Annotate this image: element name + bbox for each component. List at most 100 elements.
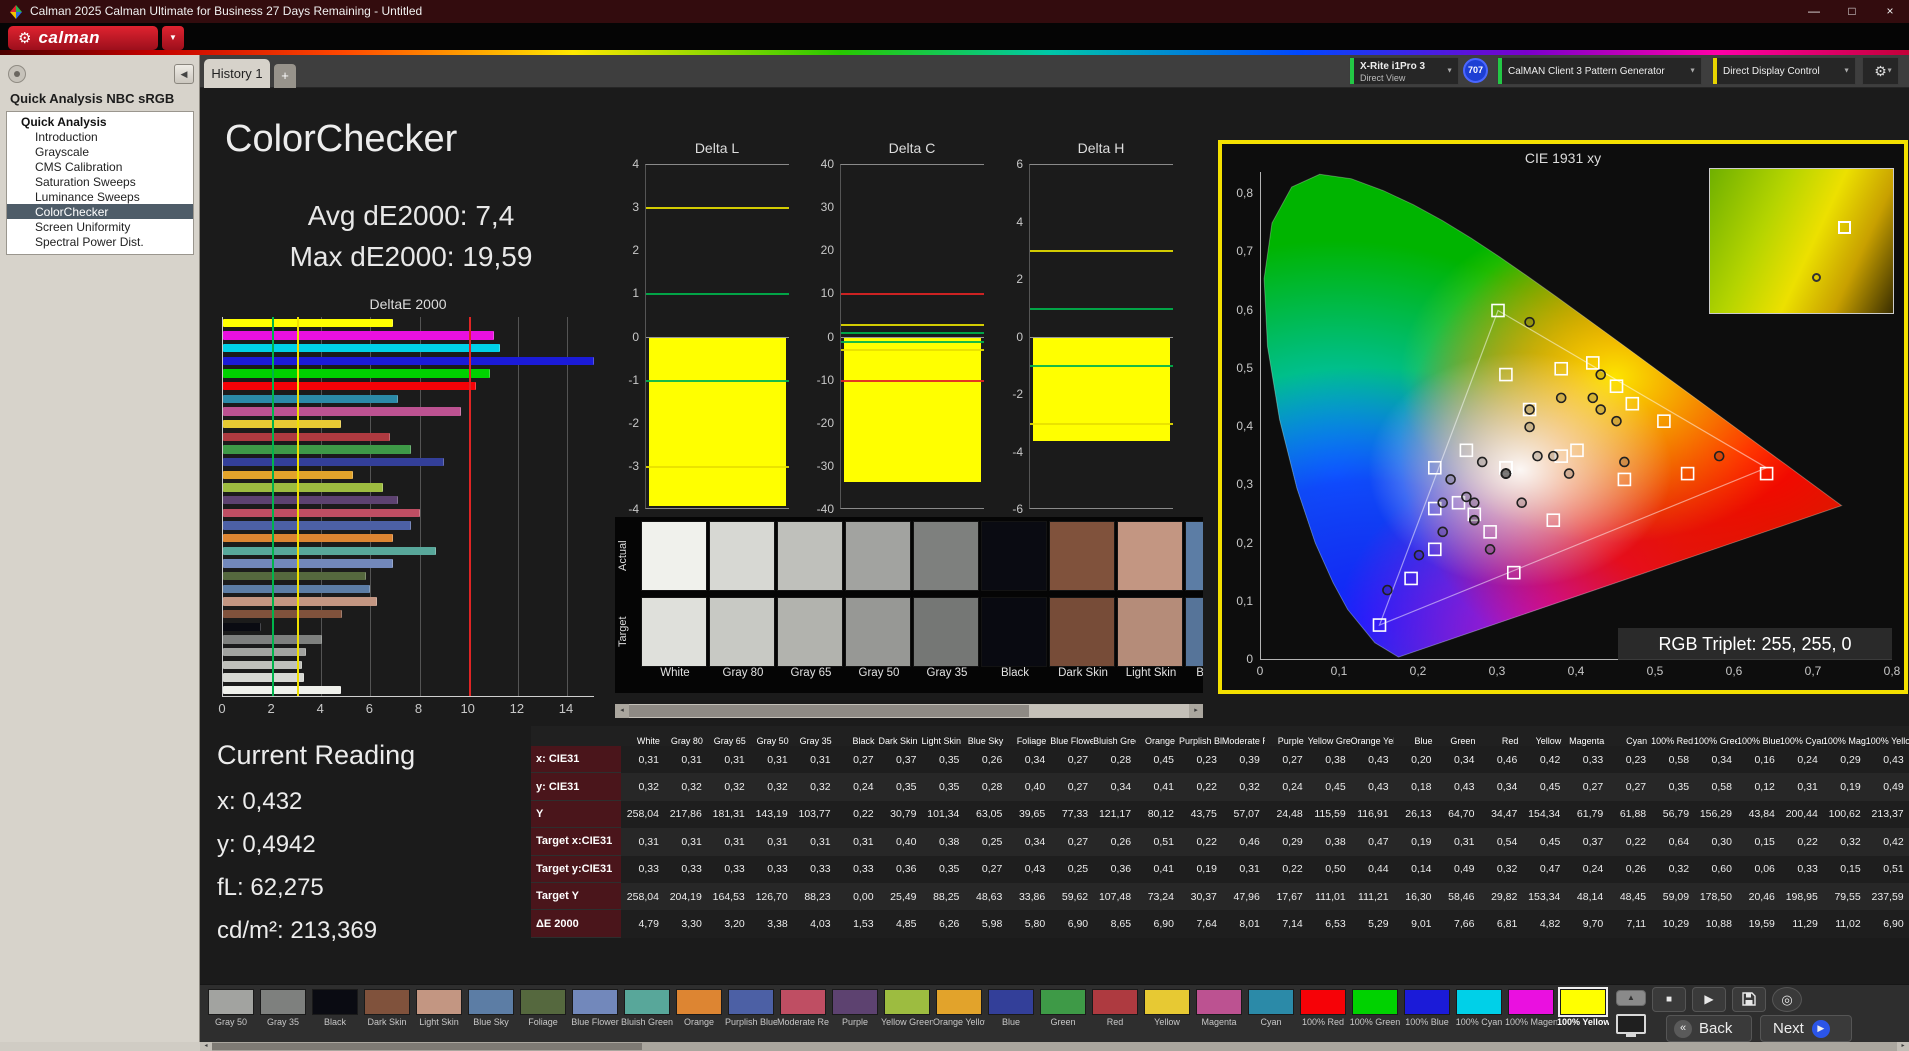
- display-control-dropdown[interactable]: Direct Display Control ▼: [1712, 57, 1856, 85]
- deltae-bar-magenta: [223, 407, 462, 416]
- delta-c-y-axis: 40 30 20 10 0 -10 -20 -30 -40: [816, 157, 834, 516]
- cie-1931-panel: CIE 1931 xy 0 0,1 0,2 0,3 0,4 0,5 0,6 0,7 0,8: [1218, 140, 1908, 694]
- palette-item-blue[interactable]: Blue: [985, 989, 1037, 1027]
- pattern-generator-dropdown[interactable]: CalMAN Client 3 Pattern Generator ▼: [1497, 57, 1702, 85]
- deltae-bar-orange-yellow: [223, 470, 353, 480]
- titlebar: Calman 2025 Calman Ultimate for Business…: [0, 0, 1909, 23]
- scroll-left-icon[interactable]: ◂: [615, 704, 629, 718]
- swatch-target-dark-skin: [1049, 597, 1115, 667]
- next-button[interactable]: Next ▶: [1760, 1015, 1852, 1042]
- deltae-bar-100-blue: [223, 356, 594, 366]
- palette-item-black[interactable]: Black: [309, 989, 361, 1027]
- sidebar: ◀ Quick Analysis NBC sRGB Quick Analysis…: [0, 55, 200, 1042]
- palette-item-dark-skin[interactable]: Dark Skin: [361, 989, 413, 1027]
- swatch-scrollbar-thumb[interactable]: [629, 705, 1029, 717]
- calman-logo-button[interactable]: ⚙ calman: [8, 26, 158, 50]
- panel-expand-button[interactable]: ▲: [1616, 990, 1646, 1006]
- sidebar-item-grayscale[interactable]: Grayscale: [7, 144, 193, 159]
- main-menu-dropdown[interactable]: ▼: [162, 26, 184, 50]
- deltae-bar-orange: [223, 533, 393, 543]
- swatch-target-white: [641, 597, 707, 667]
- maximize-button[interactable]: □: [1833, 0, 1871, 23]
- palette-item-purplish-blue[interactable]: Purplish Blue: [725, 989, 777, 1027]
- horizontal-scrollbar[interactable]: ◂ ▸: [200, 1042, 1909, 1051]
- palette-item-foliage[interactable]: Foliage: [517, 989, 569, 1027]
- record-button[interactable]: ◎: [1772, 987, 1802, 1012]
- sidebar-item-screen-uniformity[interactable]: Screen Uniformity: [7, 219, 193, 234]
- scroll-left-icon[interactable]: ◂: [200, 1042, 212, 1051]
- palette-item-green[interactable]: Green: [1037, 989, 1089, 1027]
- swatch-actual-gray-65: [777, 521, 843, 591]
- meter-dropdown[interactable]: X-Rite i1Pro 3 Direct View ▼: [1349, 57, 1459, 85]
- chevron-down-icon: ▼: [1886, 67, 1893, 75]
- sidebar-item-introduction[interactable]: Introduction: [7, 129, 193, 144]
- delta-h-title: Delta H: [1077, 140, 1125, 156]
- meter-count-badge[interactable]: 707: [1463, 58, 1488, 83]
- sidebar-item-spectral-power-dist[interactable]: Spectral Power Dist.: [7, 234, 193, 249]
- palette-item-bluish-green[interactable]: Bluish Green: [621, 989, 673, 1027]
- bottom-bar: Gray 50 Gray 35 Black Dark Skin Light Skin Bl…: [200, 984, 1909, 1042]
- stop-button[interactable]: ■: [1652, 987, 1686, 1012]
- palette-item-orange[interactable]: Orange: [673, 989, 725, 1027]
- pattern-generator-name: CalMAN Client 3 Pattern Generator: [1508, 65, 1665, 77]
- current-reading-x: x: 0,432: [217, 788, 303, 815]
- settings-button[interactable]: ⚙ ▼: [1862, 57, 1899, 85]
- tab-history-1[interactable]: History 1: [204, 59, 270, 88]
- palette-item-red[interactable]: Red: [1089, 989, 1141, 1027]
- close-button[interactable]: ×: [1871, 0, 1909, 23]
- palette-item-gray-35[interactable]: Gray 35: [257, 989, 309, 1027]
- horizontal-scrollbar-thumb[interactable]: [212, 1043, 642, 1050]
- deltae-bar-gray-50: [223, 647, 307, 657]
- palette-item-100-cyan[interactable]: 100% Cyan: [1453, 989, 1505, 1027]
- deltae-bar-purple: [223, 495, 399, 505]
- palette-item-moderate-red[interactable]: Moderate Red: [777, 989, 829, 1027]
- table-row: y: CIE31 0,32 0,32 0,32 0,32 0,32 0,24 0,35 0,35…: [531, 773, 1909, 801]
- swatch-row-label-target: Target: [617, 616, 629, 648]
- palette-item-cyan[interactable]: Cyan: [1245, 989, 1297, 1027]
- tree-item-root[interactable]: Quick Analysis: [7, 114, 193, 129]
- palette-item-blue-sky[interactable]: Blue Sky: [465, 989, 517, 1027]
- deltae-bar-foliage: [223, 571, 366, 581]
- deltae-bar-gray-80: [223, 673, 305, 682]
- palette-item-orange-yellow[interactable]: Orange Yellow: [933, 989, 985, 1027]
- palette-item-light-skin[interactable]: Light Skin: [413, 989, 465, 1027]
- palette-item-purple[interactable]: Purple: [829, 989, 881, 1027]
- delta-l-title: Delta L: [694, 140, 740, 156]
- palette-item-gray-50[interactable]: Gray 50: [205, 989, 257, 1027]
- deltae-bar-100-green: [223, 369, 491, 378]
- palette-item-blue-flower[interactable]: Blue Flower: [569, 989, 621, 1027]
- delta-l-plot: [645, 164, 789, 509]
- minimize-button[interactable]: —: [1795, 0, 1833, 23]
- save-button[interactable]: [1732, 987, 1766, 1012]
- pattern-status-bar: [1498, 58, 1502, 84]
- cie-chart-title: CIE 1931 xy: [1524, 150, 1602, 166]
- play-button[interactable]: ▶: [1692, 987, 1726, 1012]
- swatch-row-label-actual: Actual: [617, 540, 629, 572]
- table-row: x: CIE31 0,31 0,31 0,31 0,31 0,31 0,27 0,37 0,35…: [531, 746, 1909, 774]
- add-tab-button[interactable]: +: [274, 64, 296, 88]
- sidebar-item-colorchecker[interactable]: ColorChecker: [7, 204, 193, 219]
- scroll-right-icon[interactable]: ▸: [1189, 704, 1203, 718]
- swatch-scrollbar[interactable]: ◂ ▸: [615, 704, 1203, 718]
- chevron-down-icon: ▼: [1689, 67, 1696, 75]
- palette-item-magenta[interactable]: Magenta: [1193, 989, 1245, 1027]
- sidebar-collapse-button[interactable]: ◀: [174, 64, 194, 84]
- palette-item-100-green[interactable]: 100% Green: [1349, 989, 1401, 1027]
- back-button[interactable]: « Back: [1666, 1015, 1752, 1042]
- monitor-icon: [1616, 1014, 1646, 1037]
- sidebar-item-luminance-sweeps[interactable]: Luminance Sweeps: [7, 189, 193, 204]
- palette-item-yellow[interactable]: Yellow: [1141, 989, 1193, 1027]
- scroll-right-icon[interactable]: ▸: [1897, 1042, 1909, 1051]
- palette-item-100-blue[interactable]: 100% Blue: [1401, 989, 1453, 1027]
- sidebar-item-cms-calibration[interactable]: CMS Calibration: [7, 159, 193, 174]
- sidebar-pin-button[interactable]: [8, 65, 26, 83]
- deltae-bar-100-magenta: [223, 331, 494, 340]
- palette-item-100-magenta[interactable]: 100% Magenta: [1505, 989, 1557, 1027]
- delta-c-title: Delta C: [888, 140, 936, 156]
- swatch-target-gray-80: [709, 597, 775, 667]
- workflow-title: Quick Analysis NBC sRGB: [10, 91, 175, 106]
- palette-item-100-yellow[interactable]: 100% Yellow: [1557, 987, 1609, 1027]
- palette-item-yellow-green[interactable]: Yellow Green: [881, 989, 933, 1027]
- sidebar-item-saturation-sweeps[interactable]: Saturation Sweeps: [7, 174, 193, 189]
- palette-item-100-red[interactable]: 100% Red: [1297, 989, 1349, 1027]
